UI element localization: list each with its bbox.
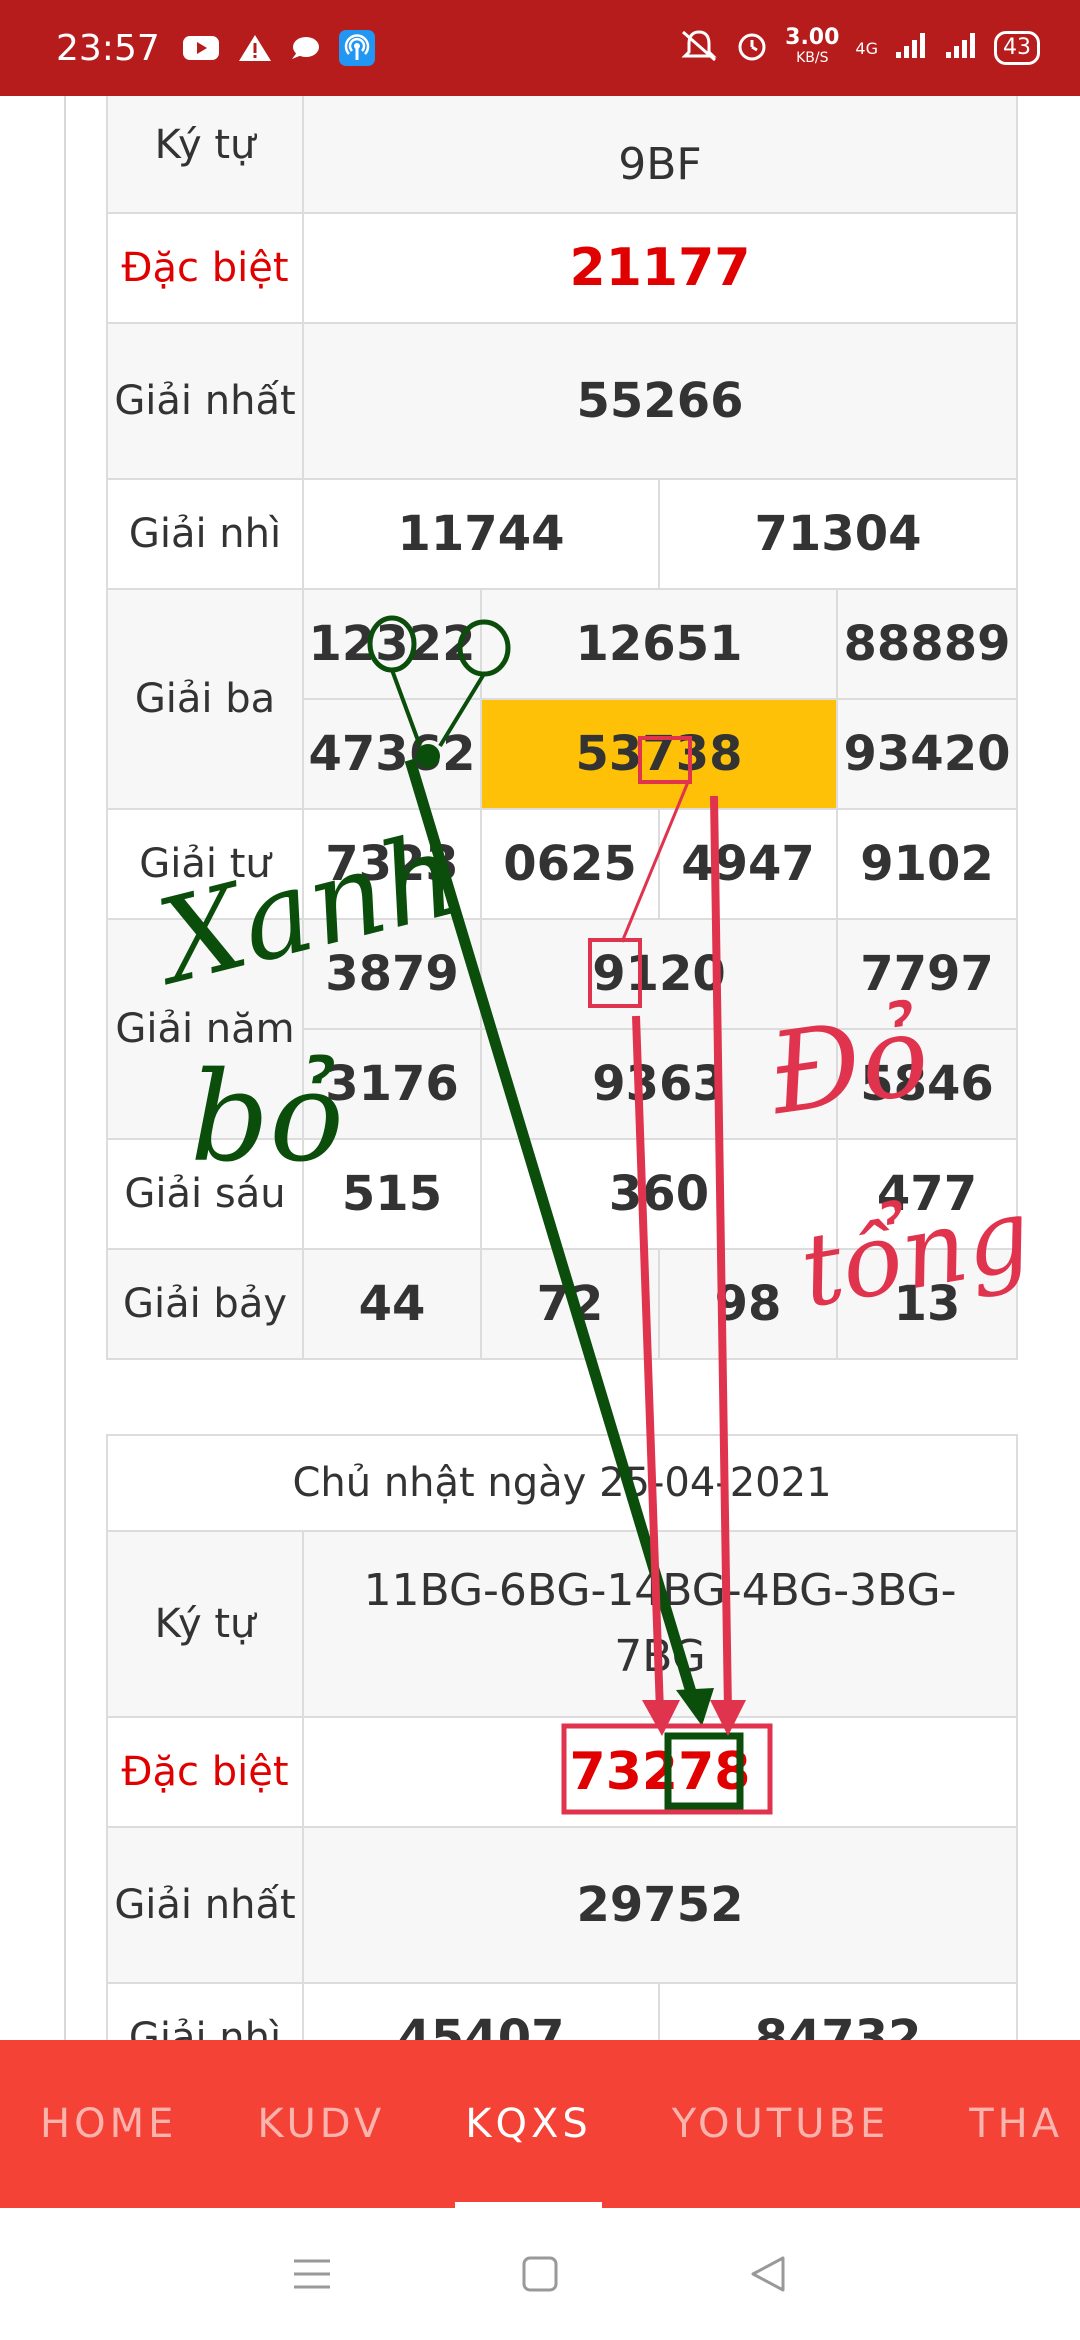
tab-kqxs[interactable]: KQXS [425,2040,632,2208]
prize-number: 9120 [480,918,838,1030]
tab-home[interactable]: HOME [0,2040,217,2208]
status-bar: 23:57 3.00 KB/S 4G 43 [0,0,1080,96]
table-row: Giải nhì 45407 84732 [106,1982,1019,2040]
row-label: Giải nhất [106,1826,304,1984]
prize-number: 98 [658,1248,838,1360]
prize-number: 84732 [657,1982,1019,2040]
results-content[interactable]: Ký tự 9BF Đặc biệt 21177 Giải nhất 55266… [0,96,1080,2040]
row-label: Đặc biệt [106,1716,304,1828]
kytu-value: 11BG-6BG-14BG-4BG-3BG-7BG [301,1530,1019,1718]
prize-number: 71304 [658,478,1018,590]
tab-tha[interactable]: THA [929,2040,1080,2208]
prize-number: 13 [836,1248,1018,1360]
mute-icon [679,28,719,68]
system-nav-bar [0,2208,1080,2340]
prize-number: 47362 [302,698,482,810]
row-label: Giải bảy [106,1248,304,1360]
prize-number: 44 [302,1248,482,1360]
prize-number: 12322 [302,588,482,700]
table-row: Giải bảy 44 72 98 13 [106,1248,1018,1360]
prize-number: 3176 [302,1028,482,1140]
table-row: Giải sáu 515 360 477 [106,1138,1018,1250]
warning-icon [238,33,272,63]
prize-number: 21177 [302,212,1018,324]
table-row: Giải nhất 29752 [106,1826,1019,1984]
row-label: Giải nhất [106,322,304,480]
table-row: Giải ba 12322 12651 88889 [106,588,1018,810]
table-row: Chủ nhật ngày 25-04-2021 [105,1434,1019,1532]
speed-value: 3.00 [785,25,840,50]
prize-number: 72 [480,1248,660,1360]
kytu-label: Ký tự [106,1530,304,1718]
prize-number: 477 [836,1138,1018,1250]
prize-number: 12651 [480,588,838,700]
row-label: Giải nhì [106,478,304,590]
prize-number: 7323 [302,808,482,920]
youtube-icon [182,34,220,62]
kytu-value: 9BF [302,96,1018,214]
row-label: Giải ba [106,588,304,810]
date-header: Chủ nhật ngày 25-04-2021 [105,1434,1019,1532]
table-row: Đặc biệt 21177 [106,212,1018,324]
table-row: Ký tự 9BF [106,96,1018,214]
alarm-icon [735,28,769,68]
speed-unit: KB/S [796,50,829,66]
table-row: Giải tư 7323 0625 4947 9102 [106,808,1018,920]
prize-number: 93420 [836,698,1018,810]
chat-bubble-icon [290,35,320,61]
page-border [64,96,66,2040]
kytu-label: Ký tự [106,96,304,214]
prize-number: 9102 [836,808,1018,920]
results-table-2: Chủ nhật ngày 25-04-2021 Ký tự 11BG-6BG-… [105,1434,1019,2040]
signal-icon-1 [894,30,928,66]
back-icon[interactable] [744,2250,792,2298]
prize-number: 88889 [836,588,1018,700]
home-square-icon[interactable] [516,2250,564,2298]
row-label: Đặc biệt [106,212,304,324]
tab-youtube[interactable]: YOUTUBE [632,2040,929,2208]
bottom-tab-bar: HOME KUDV KQXS YOUTUBE THA [0,2040,1080,2208]
row-label: Giải sáu [106,1138,304,1250]
menu-icon[interactable] [288,2250,336,2298]
prize-number: 3879 [302,918,482,1030]
signal-icon-2 [944,30,978,66]
row-label: Giải năm [106,918,304,1140]
battery-indicator: 43 [994,31,1040,65]
prize-number: 360 [480,1138,838,1250]
prize-number: 29752 [301,1826,1019,1984]
prize-number: 11744 [302,478,660,590]
table-row: Giải nhì 11744 71304 [106,478,1018,590]
table-row: Đặc biệt 73278 [106,1716,1019,1828]
prize-number: 5846 [836,1028,1018,1140]
prize-number: 73278 [301,1716,1019,1828]
status-time: 23:57 [56,27,160,69]
network-type: 4G [855,38,878,58]
highlighted-prize-number: 53738 [480,698,838,810]
table-row: Ký tự 11BG-6BG-14BG-4BG-3BG-7BG [106,1530,1019,1718]
prize-number: 45407 [302,1982,660,2040]
prize-number: 0625 [480,808,660,920]
hotspot-icon [338,29,376,67]
table-row: Giải năm 3879 9120 7797 [106,918,1018,1140]
network-speed: 3.00 KB/S [785,25,840,68]
table-row: Giải nhất 55266 [106,322,1018,480]
prize-number: 55266 [302,322,1018,480]
row-label: Giải tư [106,808,304,920]
prize-number: 515 [302,1138,482,1250]
results-table-1: Ký tự 9BF Đặc biệt 21177 Giải nhất 55266… [106,96,1018,1360]
prize-number: 9363 [480,1028,838,1140]
row-label: Giải nhì [106,1982,304,2040]
tab-kudv[interactable]: KUDV [217,2040,425,2208]
prize-number: 7797 [836,918,1018,1030]
prize-number: 4947 [658,808,838,920]
